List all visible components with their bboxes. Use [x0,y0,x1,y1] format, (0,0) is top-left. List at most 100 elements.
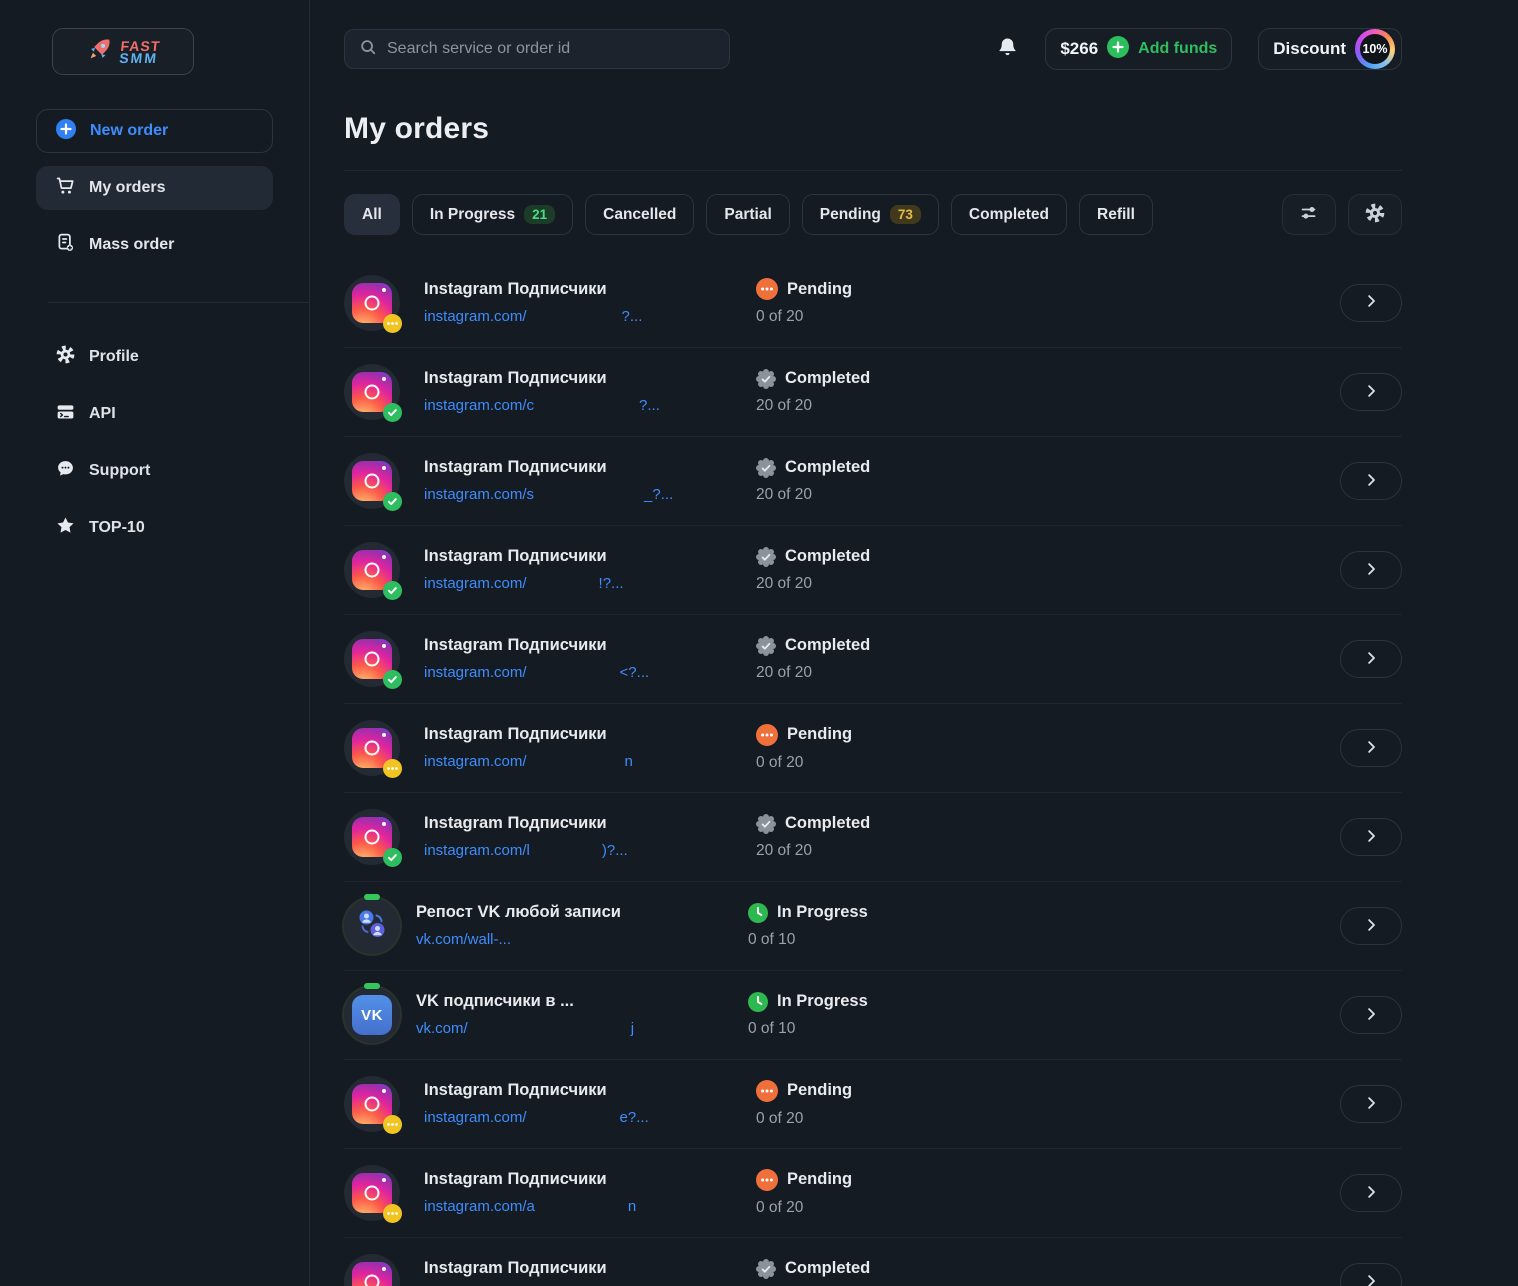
sidebar-item-label: Mass order [89,236,174,254]
order-link[interactable]: instagram.com/?... [424,307,756,327]
settings-button[interactable] [1348,194,1402,235]
order-details-button[interactable] [1340,551,1402,589]
order-details-button[interactable] [1340,284,1402,322]
order-progress: 0 of 20 [756,1198,852,1218]
order-progress: 0 of 20 [756,1109,852,1129]
order-link[interactable]: instagram.com/c?... [424,396,756,416]
status-label: Completed [785,635,870,656]
tab-in-progress[interactable]: In Progress 21 [412,194,573,235]
status-label: Pending [787,279,852,300]
order-progress: 20 of 20 [756,396,870,416]
service-avatar [344,453,400,509]
status-label: In Progress [777,991,868,1012]
vk-icon: VK [352,995,392,1035]
service-avatar [344,720,400,776]
tab-partial[interactable]: Partial [706,194,789,235]
tab-completed[interactable]: Completed [951,194,1067,235]
order-details-button[interactable] [1340,729,1402,767]
chevron-right-icon [1362,1272,1380,1286]
pending-badge-icon [383,1115,402,1134]
sidebar-divider [48,302,310,303]
sidebar-item-mass-order[interactable]: Mass order [36,223,273,267]
status-label: Completed [785,1258,870,1279]
sidebar-item-label: My orders [89,179,165,197]
order-row[interactable]: Instagram Подписчики instagram.com/n Pen… [344,703,1402,792]
order-link[interactable]: vk.com/wall-... [416,930,748,950]
pending-status-icon [756,278,778,300]
sidebar-item-top10[interactable]: TOP-10 [55,499,309,556]
order-link[interactable]: instagram.com/<?... [424,663,756,683]
tab-cancelled[interactable]: Cancelled [585,194,694,235]
gear-icon [1364,202,1386,227]
order-details-button[interactable] [1340,996,1402,1034]
service-avatar: VK [344,987,400,1043]
order-progress: 0 of 10 [748,1019,868,1039]
app-logo[interactable]: FAST SMM [52,28,194,75]
tab-pending[interactable]: Pending 73 [802,194,939,235]
order-title: Instagram Подписчики [424,546,756,567]
order-details-button[interactable] [1340,1085,1402,1123]
balance-pill[interactable]: $266 Add funds [1045,28,1232,70]
logo-smm: SMM [118,52,159,64]
sidebar-item-my-orders[interactable]: My orders [36,166,273,210]
order-row[interactable]: VK VK подписчики в ... vk.com/j In Progr… [344,970,1402,1059]
tab-refill[interactable]: Refill [1079,194,1153,235]
order-row[interactable]: Instagram Подписчики instagram.com/?... … [344,258,1402,347]
sidebar-item-api[interactable]: API [55,385,309,442]
order-details-button[interactable] [1340,640,1402,678]
status-label: Pending [787,1169,852,1190]
search-box[interactable] [344,29,730,69]
service-avatar [344,809,400,865]
tab-label: Pending [820,206,881,224]
order-link[interactable]: vk.com/j [416,1019,748,1039]
order-details-button[interactable] [1340,1174,1402,1212]
order-row[interactable]: Репост VK любой записи vk.com/wall-... I… [344,881,1402,970]
filter-button[interactable] [1282,194,1336,235]
order-progress: 0 of 20 [756,307,852,327]
search-input[interactable] [387,40,715,58]
order-row[interactable]: Instagram Подписчики instagram.com/s_?..… [344,436,1402,525]
order-details-button[interactable] [1340,818,1402,856]
order-status: Completed 20 of 20 [756,457,870,505]
status-label: Completed [785,368,870,389]
order-link[interactable]: instagram.com/e?... [424,1108,756,1128]
order-row[interactable]: Instagram Подписчики instagram.com/an Pe… [344,1148,1402,1237]
order-link[interactable]: instagram.com/s_?... [424,485,756,505]
order-link[interactable]: instagram.com/an [424,1197,756,1217]
add-funds-label: Add funds [1138,40,1217,58]
tab-all[interactable]: All [344,194,400,235]
discount-pill[interactable]: Discount 10% [1258,28,1402,70]
order-row[interactable]: Instagram Подписчики instagram.com/!?...… [344,525,1402,614]
notifications-button[interactable] [996,36,1019,62]
order-row[interactable]: Instagram Подписчики instagram.com/<?...… [344,614,1402,703]
sidebar-item-profile[interactable]: Profile [55,328,309,385]
in-progress-status-icon [748,992,768,1012]
order-progress: 20 of 20 [756,485,870,505]
discount-label: Discount [1273,39,1346,59]
cart-icon [55,175,76,201]
order-details-button[interactable] [1340,1263,1402,1286]
order-row[interactable]: Instagram Подписчики instagram.com/e?...… [344,1059,1402,1148]
order-status: Completed 20 of 20 [756,813,870,861]
order-details-button[interactable] [1340,373,1402,411]
document-plus-icon [55,232,76,258]
pending-status-icon [756,724,778,746]
plus-circle-icon [55,118,77,145]
chevron-right-icon [1362,738,1380,759]
order-link[interactable]: instagram.com/!?... [424,574,756,594]
order-details-button[interactable] [1340,462,1402,500]
order-link[interactable]: instagram.com/n [424,752,756,772]
order-progress: 0 of 10 [748,930,868,950]
chevron-right-icon [1362,1094,1380,1115]
tab-count-badge: 73 [890,205,921,224]
sidebar-item-support[interactable]: Support [55,442,309,499]
service-avatar [344,364,400,420]
service-avatar [344,631,400,687]
order-details-button[interactable] [1340,907,1402,945]
order-row[interactable]: Instagram Подписчики instagram.com/ Comp… [344,1237,1402,1286]
terminal-card-icon [55,401,76,427]
order-row[interactable]: Instagram Подписчики instagram.com/c?...… [344,347,1402,436]
order-row[interactable]: Instagram Подписчики instagram.com/l)?..… [344,792,1402,881]
order-link[interactable]: instagram.com/l)?... [424,841,756,861]
sidebar-item-new-order[interactable]: New order [36,109,273,153]
